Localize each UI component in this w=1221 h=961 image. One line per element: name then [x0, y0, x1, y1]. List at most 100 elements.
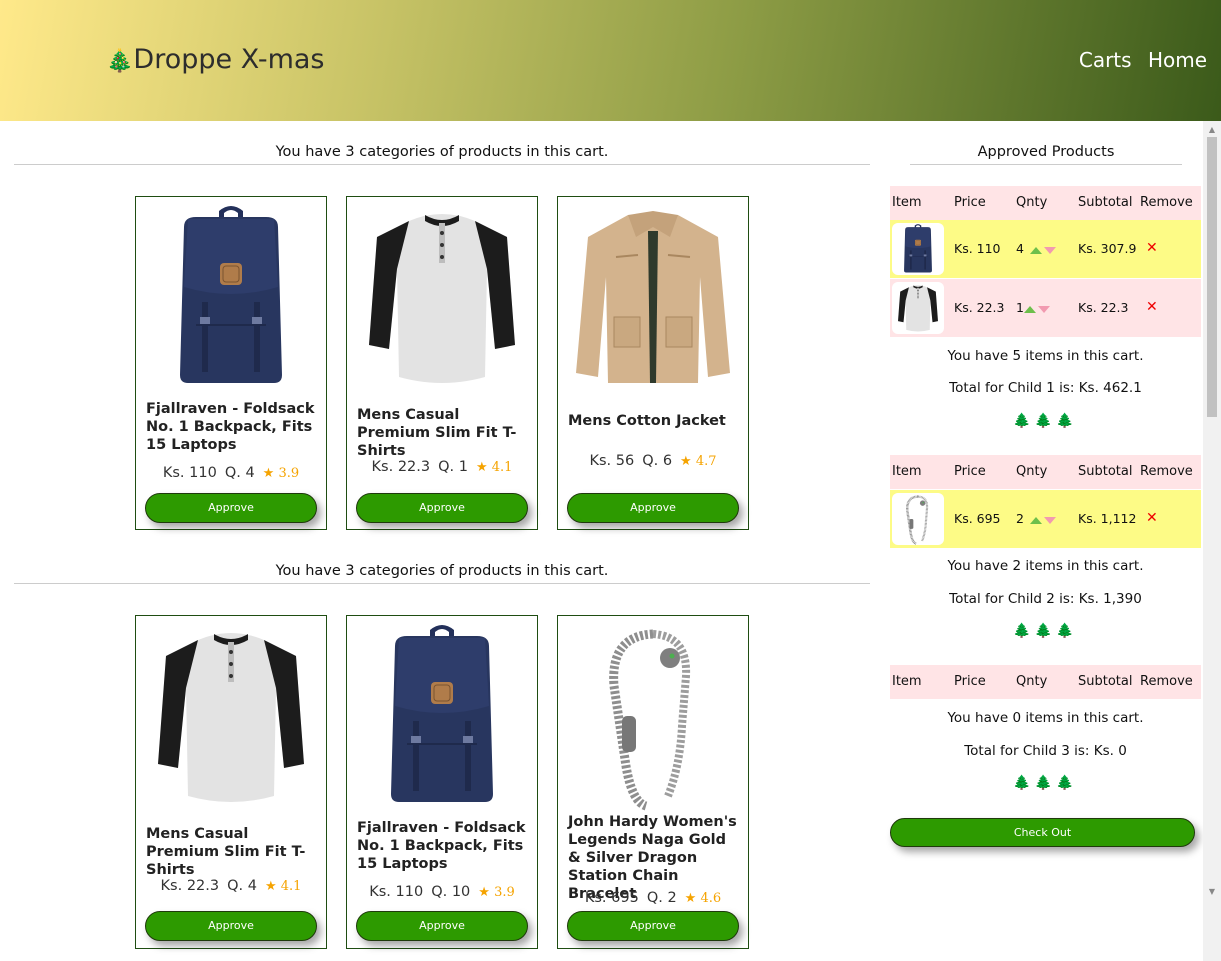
- product-price: Ks. 695: [584, 890, 639, 906]
- child-total: Total for Child 1 is: Ks. 462.1: [949, 380, 1142, 396]
- row-subtotal: Ks. 1,112: [1078, 511, 1137, 526]
- approve-button[interactable]: Approve: [145, 493, 317, 523]
- product-card: Mens Cotton Jacket Ks. 56 Q. 6 ★ 4.7 Appro…: [557, 196, 749, 530]
- items-count: You have 5 items in this cart.: [947, 348, 1144, 364]
- backpack-image: [136, 197, 326, 397]
- tshirt-thumbnail: [892, 282, 944, 334]
- remove-icon[interactable]: ✕: [1146, 299, 1158, 315]
- row-price: Ks. 22.3: [954, 300, 1005, 315]
- checkout-button[interactable]: Check Out: [890, 818, 1195, 847]
- product-name: Mens Casual Premium Slim Fit T-Shirts: [146, 826, 306, 878]
- approve-button[interactable]: Approve: [356, 493, 528, 523]
- column-header-item: Item: [892, 464, 922, 479]
- product-card: John Hardy Women's Legends Naga Gold & S…: [557, 615, 749, 949]
- jacket-image: [558, 197, 748, 397]
- table-row: Ks. 110 4 Ks. 307.9 ✕: [890, 220, 1201, 278]
- nav-link-carts[interactable]: Carts: [1079, 48, 1132, 72]
- product-name: Fjallraven - Foldsack No. 1 Backpack, Fi…: [146, 401, 315, 453]
- product-meta: Ks. 695 Q. 2 ★ 4.6: [558, 890, 748, 906]
- product-meta: Ks. 56 Q. 6 ★ 4.7: [558, 453, 748, 469]
- qty-arrows: [1030, 517, 1056, 524]
- table-header: Item Price Qnty Subtotal Remove: [890, 665, 1201, 699]
- product-qty: Q. 4: [224, 465, 255, 481]
- star-icon: ★ 4.6: [684, 891, 722, 906]
- product-card: Fjallraven - Foldsack No. 1 Backpack, Fi…: [135, 196, 327, 530]
- table-row: Ks. 22.3 1 Ks. 22.3 ✕: [890, 279, 1201, 337]
- scrollbar[interactable]: ▲ ▼: [1203, 121, 1221, 961]
- remove-icon[interactable]: ✕: [1146, 510, 1158, 526]
- column-header-item: Item: [892, 674, 922, 689]
- column-header-item: Item: [892, 195, 922, 210]
- column-header-price: Price: [954, 674, 986, 689]
- product-rating: 4.1: [280, 879, 302, 894]
- product-rating: 3.9: [494, 885, 515, 900]
- row-qty: 4: [1016, 241, 1024, 256]
- product-card: Mens Casual Premium Slim Fit T-Shirts Ks…: [135, 615, 327, 949]
- christmas-trees-icon: 🌲🌲🌲: [1013, 775, 1078, 791]
- row-subtotal: Ks. 307.9: [1078, 241, 1137, 256]
- product-name: Fjallraven - Foldsack No. 1 Backpack, Fi…: [357, 820, 526, 872]
- christmas-trees-icon: 🌲🌲🌲: [1013, 413, 1078, 429]
- column-header-remove: Remove: [1140, 195, 1193, 210]
- brand-name: Droppe X-mas: [133, 44, 325, 75]
- product-rating: 3.9: [278, 466, 300, 481]
- table-header: Item Price Qnty Subtotal Remove: [890, 455, 1201, 489]
- bracelet-thumbnail: [892, 493, 944, 545]
- christmas-trees-icon: 🌲🌲🌲: [1013, 623, 1078, 639]
- remove-icon[interactable]: ✕: [1146, 240, 1158, 256]
- approve-button[interactable]: Approve: [567, 493, 739, 523]
- row-qty: 1: [1016, 300, 1024, 315]
- site-header: 🎄Droppe X-mas Carts Home: [0, 0, 1221, 121]
- backpack-thumbnail: [892, 223, 944, 275]
- column-header-price: Price: [954, 195, 986, 210]
- child-total: Total for Child 3 is: Ks. 0: [964, 743, 1127, 759]
- increase-qty-icon[interactable]: [1030, 247, 1042, 254]
- increase-qty-icon[interactable]: [1030, 517, 1042, 524]
- cart-title: You have 3 categories of products in thi…: [14, 563, 870, 584]
- product-rating: 4.6: [700, 891, 722, 906]
- column-header-remove: Remove: [1140, 674, 1193, 689]
- approve-button[interactable]: Approve: [567, 911, 739, 941]
- column-header-qnty: Qnty: [1016, 674, 1048, 689]
- column-header-qnty: Qnty: [1016, 195, 1048, 210]
- column-header-qnty: Qnty: [1016, 464, 1048, 479]
- scroll-up-icon[interactable]: ▲: [1207, 125, 1217, 135]
- approve-button[interactable]: Approve: [356, 911, 528, 941]
- product-qty: Q. 1: [438, 459, 468, 475]
- column-header-subtotal: Subtotal: [1078, 674, 1133, 689]
- table-row: Ks. 695 2 Ks. 1,112 ✕: [890, 490, 1201, 548]
- product-name: Mens Casual Premium Slim Fit T-Shirts: [357, 407, 517, 459]
- row-price: Ks. 695: [954, 511, 1001, 526]
- column-header-subtotal: Subtotal: [1078, 464, 1133, 479]
- product-card: Mens Casual Premium Slim Fit T-Shirts Ks…: [346, 196, 538, 530]
- backpack-image: [347, 616, 537, 816]
- bracelet-image: [558, 616, 748, 816]
- qty-arrows: [1030, 247, 1056, 254]
- product-price: Ks. 110: [162, 465, 217, 481]
- product-price: Ks. 56: [589, 453, 635, 469]
- christmas-tree-icon: 🎄: [106, 49, 134, 74]
- qty-arrows: [1024, 306, 1050, 313]
- nav-link-home[interactable]: Home: [1148, 48, 1207, 72]
- product-rating: 4.1: [491, 460, 513, 475]
- decrease-qty-icon[interactable]: [1044, 247, 1056, 254]
- product-card: Fjallraven - Foldsack No. 1 Backpack, Fi…: [346, 615, 538, 949]
- decrease-qty-icon[interactable]: [1038, 306, 1050, 313]
- scroll-down-icon[interactable]: ▼: [1207, 887, 1217, 897]
- column-header-remove: Remove: [1140, 464, 1193, 479]
- product-qty: Q. 6: [642, 453, 673, 469]
- product-qty: Q. 2: [646, 890, 677, 906]
- product-meta: Ks. 110 Q. 4 ★ 3.9: [136, 465, 326, 481]
- star-icon: ★ 4.7: [680, 454, 717, 469]
- brand-logo[interactable]: 🎄Droppe X-mas: [106, 44, 325, 75]
- decrease-qty-icon[interactable]: [1044, 517, 1056, 524]
- product-rating: 4.7: [695, 454, 717, 469]
- scrollbar-thumb[interactable]: [1207, 137, 1217, 417]
- child-total: Total for Child 2 is: Ks. 1,390: [949, 591, 1142, 607]
- product-qty: Q. 10: [431, 884, 471, 900]
- tshirt-image: [347, 197, 537, 397]
- approved-products-title: Approved Products: [910, 144, 1182, 165]
- column-header-price: Price: [954, 464, 986, 479]
- increase-qty-icon[interactable]: [1024, 306, 1036, 313]
- approve-button[interactable]: Approve: [145, 911, 317, 941]
